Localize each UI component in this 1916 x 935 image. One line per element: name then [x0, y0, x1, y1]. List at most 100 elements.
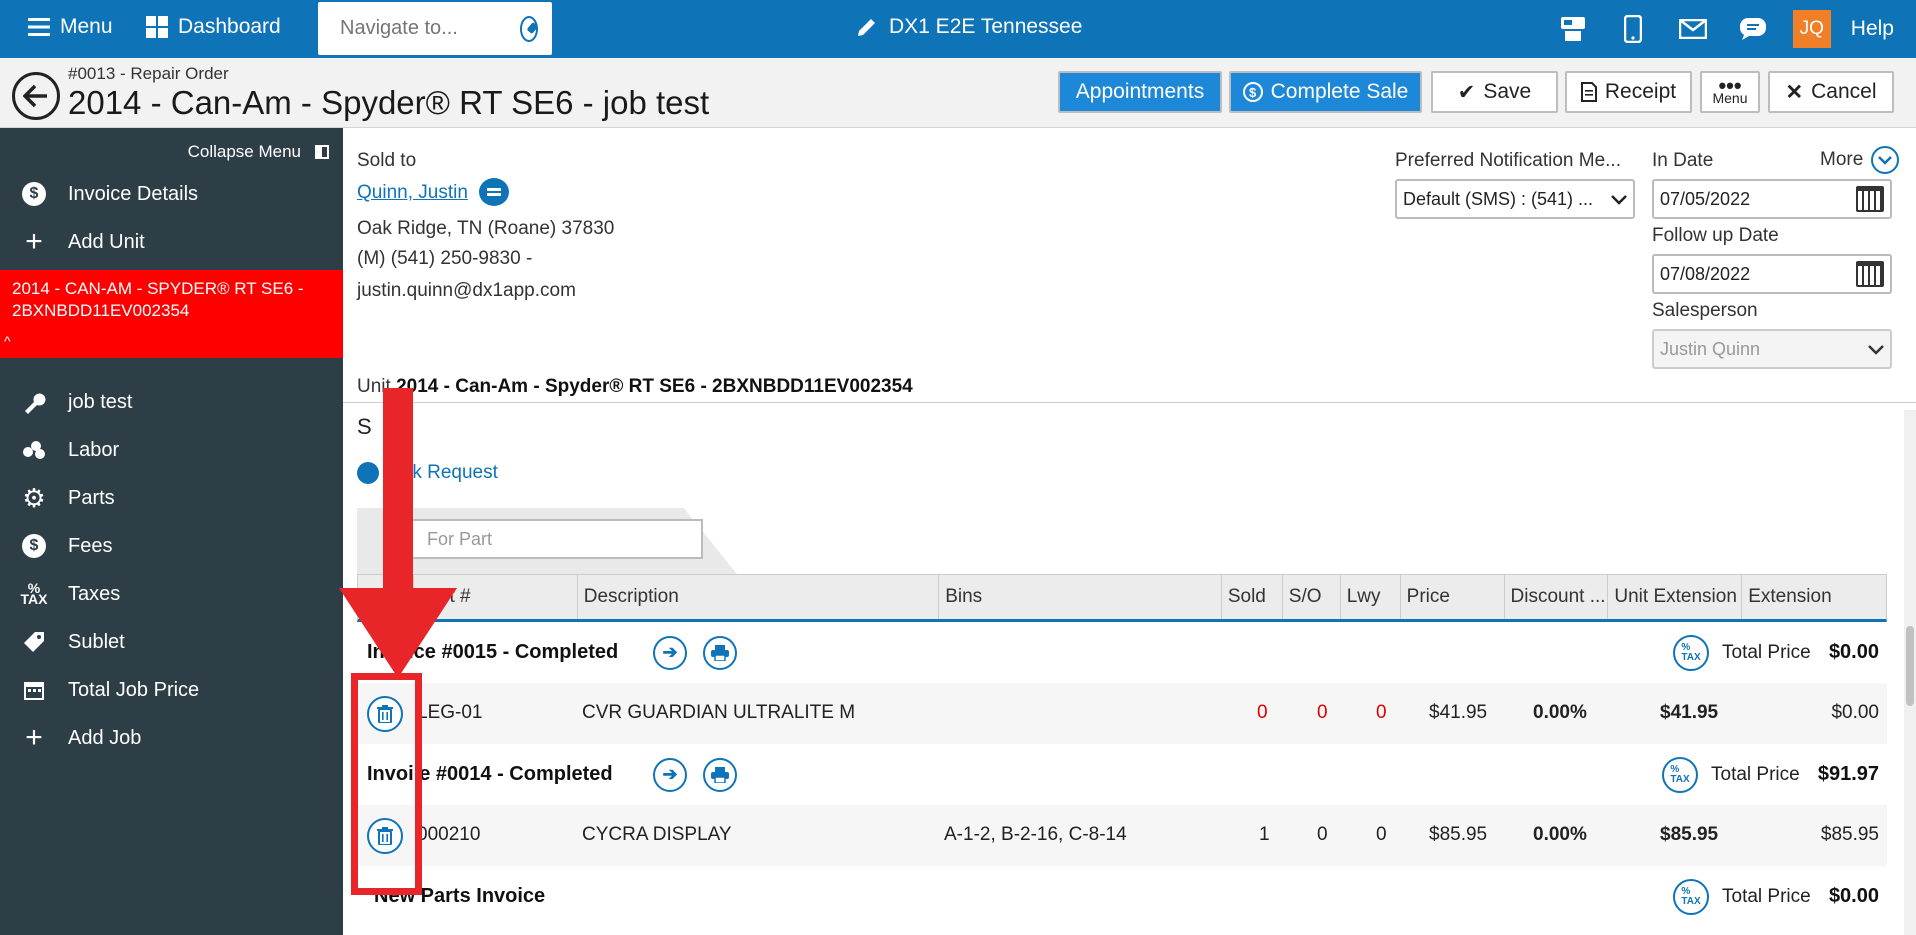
collapse-menu-button[interactable]: Collapse Menu — [188, 142, 329, 162]
column-header-bins[interactable]: Bins — [939, 575, 1222, 619]
user-avatar[interactable]: JQ — [1792, 10, 1831, 48]
arrow-right-icon[interactable]: ➔ — [653, 757, 687, 792]
navigate-search — [318, 2, 552, 55]
sidebar-item-labor[interactable]: Labor — [0, 426, 343, 474]
gear-icon: ⚙ — [22, 482, 46, 513]
customer-address: Oak Ridge, TN (Roane) 37830 — [357, 218, 615, 239]
more-toggle[interactable]: More — [1820, 146, 1900, 174]
appointments-button[interactable]: Appointments — [1058, 71, 1222, 113]
mobile-phone-icon[interactable] — [1603, 0, 1663, 58]
sidebar-item-add-unit[interactable]: + Add Unit — [0, 218, 343, 266]
total-price-label: Total Price — [1722, 641, 1811, 663]
notification-select[interactable]: Default (SMS) : (541) ... — [1395, 179, 1635, 219]
customer-name-link[interactable]: Quinn, Justin — [357, 182, 468, 204]
back-button[interactable] — [12, 72, 60, 120]
caret-up-icon[interactable]: ^ — [4, 330, 11, 352]
tax-percent-icon[interactable]: % TAX — [1662, 756, 1698, 793]
total-price-value: $0.00 — [1828, 885, 1879, 907]
invoice-header-row: Invoi e #0014 - Completed ➔ % TAX Total P… — [357, 744, 1887, 805]
sold-to-label: Sold to — [357, 150, 417, 171]
part-unit-extension: $85.95 — [1660, 824, 1719, 845]
invoice-header-row: New Parts Invoice % TAX Total Price $0.00 — [357, 866, 1887, 927]
complete-sale-button[interactable]: $ Complete Sale — [1229, 71, 1422, 113]
table-row[interactable]: 000210 CYCRA DISPLAY A-1-2, B-2-16, C-8-… — [357, 805, 1887, 866]
sidebar-item-label: Add Job — [68, 726, 142, 749]
column-header-discount[interactable]: Discount ... — [1505, 575, 1609, 619]
total-price-label: Total Price — [1722, 885, 1811, 907]
dollar-circle-icon: $ — [22, 534, 46, 558]
scrollbar-thumb[interactable] — [1906, 626, 1914, 706]
sidebar-item-add-job[interactable]: + Add Job — [0, 714, 343, 762]
help-link[interactable]: Help — [1841, 17, 1916, 41]
part-number: 000210 — [417, 824, 481, 845]
compass-icon[interactable] — [520, 15, 538, 42]
column-header-extension[interactable]: Extension — [1742, 575, 1886, 619]
qty-special-order: 0 — [1317, 824, 1328, 845]
sidebar: Collapse Menu $ Invoice Details + Add Un… — [0, 128, 343, 935]
cancel-button[interactable]: ✕ Cancel — [1768, 71, 1894, 113]
part-description: CVR GUARDIAN ULTRALITE M — [582, 702, 856, 723]
menu-button-label: Menu — [1712, 90, 1748, 106]
column-header-unit-extension[interactable]: Unit Extension — [1608, 575, 1743, 619]
sidebar-item-fees[interactable]: $ Fees — [0, 522, 343, 570]
in-date-value: 07/05/2022 — [1660, 188, 1751, 209]
print-icon[interactable] — [703, 635, 737, 670]
sidebar-item-sublet[interactable]: Sublet — [0, 618, 343, 666]
receipt-button[interactable]: Receipt — [1565, 71, 1692, 113]
collapse-menu-label: Collapse Menu — [187, 142, 301, 161]
chat-icon[interactable] — [1723, 0, 1783, 58]
total-price-value: $91.97 — [1817, 763, 1879, 785]
in-date-label: In Date — [1652, 150, 1714, 171]
more-label: More — [1820, 149, 1864, 170]
tax-percent-icon[interactable]: % TAX — [1673, 634, 1709, 671]
hamburger-icon — [28, 18, 50, 36]
notification-value: Default (SMS) : (541) ... — [1403, 188, 1594, 209]
in-date-field[interactable]: 07/05/2022 — [1652, 179, 1892, 219]
sidebar-item-job[interactable]: job test — [0, 378, 343, 426]
receipt-label: Receipt — [1604, 80, 1677, 103]
calendar-icon[interactable] — [1856, 186, 1884, 212]
follow-up-date-field[interactable]: 07/08/2022 — [1652, 254, 1892, 294]
annotation-arrow — [339, 388, 457, 678]
plus-icon: + — [25, 721, 43, 754]
column-header-sold[interactable]: Sold — [1222, 575, 1283, 619]
content-scrollbar[interactable] — [1904, 410, 1916, 935]
sidebar-item-selected-unit[interactable]: 2014 - CAN-AM - SPYDER® RT SE6 - 2BXNBDD… — [0, 270, 343, 358]
sidebar-item-label: Fees — [68, 534, 113, 557]
sidebar-item-label: Taxes — [68, 582, 121, 605]
qty-layaway: 0 — [1376, 702, 1387, 723]
follow-up-date-label: Follow up Date — [1652, 225, 1779, 246]
sidebar-item-total-job-price[interactable]: Total Job Price — [0, 666, 343, 714]
column-header-price[interactable]: Price — [1401, 575, 1505, 619]
salesperson-select[interactable]: Justin Quinn — [1652, 329, 1892, 369]
print-icon[interactable] — [703, 757, 737, 792]
plus-icon: + — [25, 225, 43, 258]
table-row[interactable]: LEG-01 CVR GUARDIAN ULTRALITE M 0 0 0 $4… — [357, 683, 1887, 744]
sidebar-item-label: Total Job Price — [68, 678, 200, 701]
arrow-right-icon[interactable]: ➔ — [653, 635, 687, 670]
sidebar-item-taxes[interactable]: % TAX Taxes — [0, 570, 343, 618]
tax-percent-icon[interactable]: % TAX — [1673, 878, 1709, 915]
follow-up-date-value: 07/08/2022 — [1660, 263, 1751, 284]
menu-button[interactable]: Menu — [28, 15, 113, 39]
sidebar-item-invoice-details[interactable]: $ Invoice Details — [0, 170, 343, 218]
more-menu-button[interactable]: ••• Menu — [1700, 71, 1760, 113]
cancel-label: Cancel — [1811, 80, 1877, 103]
column-header-description[interactable]: Description — [578, 575, 940, 619]
arrow-left-icon — [23, 84, 47, 108]
navigate-input[interactable] — [340, 17, 520, 40]
message-customer-icon[interactable] — [479, 178, 509, 206]
store-selector[interactable]: DX1 E2E Tennessee — [855, 15, 1082, 39]
pos-terminal-icon[interactable] — [1543, 0, 1603, 58]
column-header-lwy[interactable]: Lwy — [1341, 575, 1401, 619]
calendar-icon[interactable] — [1856, 261, 1884, 287]
dashboard-button[interactable]: Dashboard — [146, 15, 281, 39]
column-header-so[interactable]: S/O — [1283, 575, 1341, 619]
sidebar-item-parts[interactable]: ⚙ Parts — [0, 474, 343, 522]
save-button[interactable]: ✔ Save — [1431, 71, 1558, 113]
part-unit-extension: $41.95 — [1660, 702, 1719, 723]
mail-icon[interactable] — [1663, 0, 1723, 58]
sidebar-item-label: Sublet — [68, 630, 125, 653]
chevron-down-icon — [1611, 189, 1627, 210]
chevron-down-circle-icon — [1871, 146, 1900, 174]
